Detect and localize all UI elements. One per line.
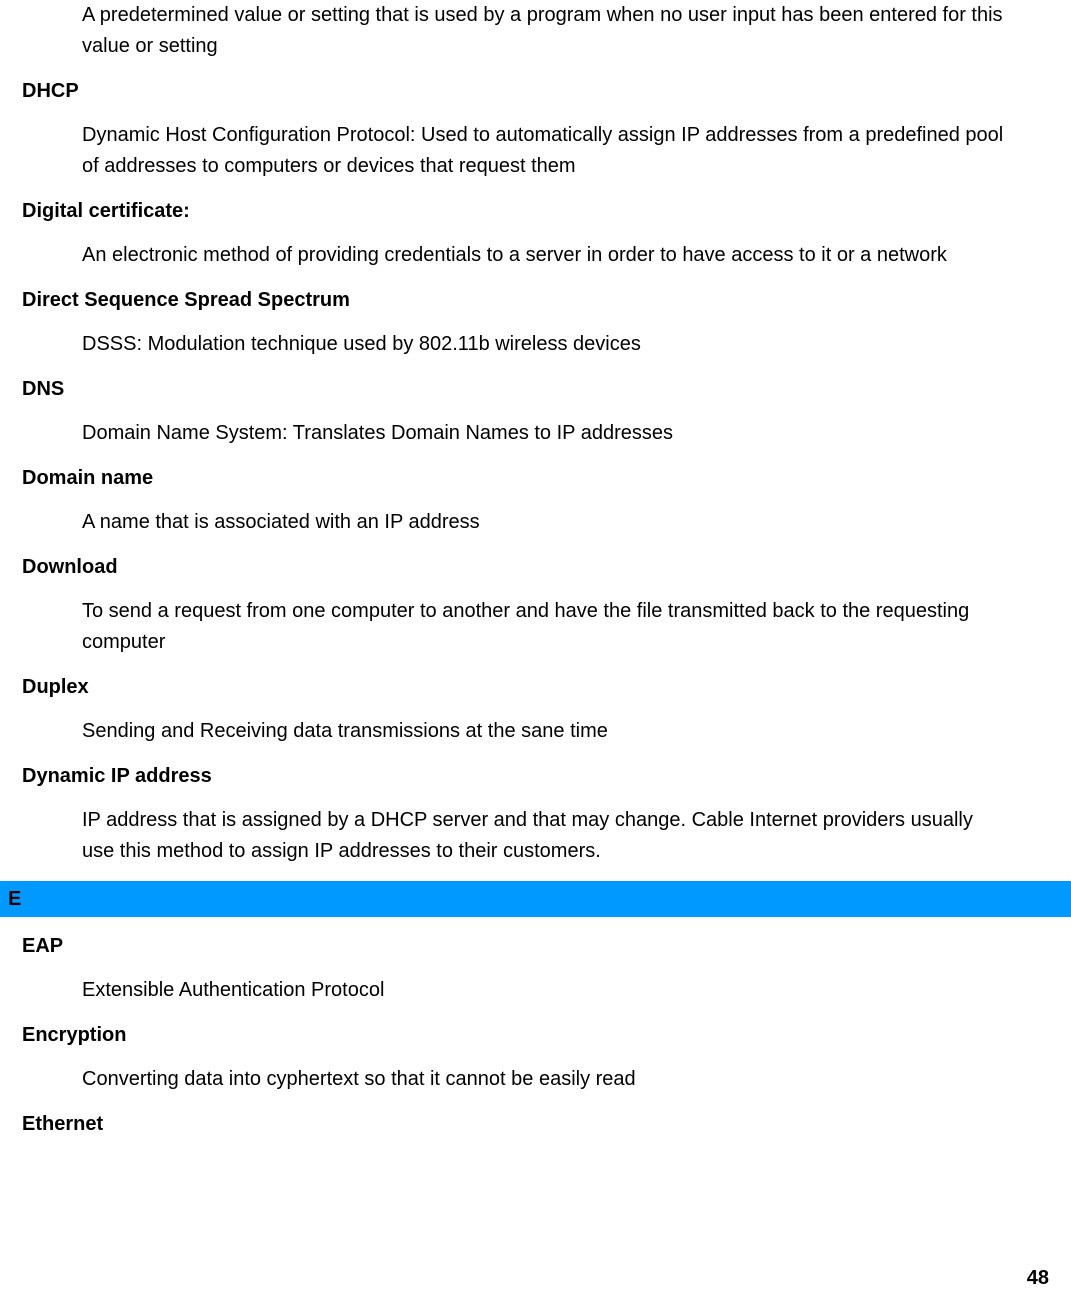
glossary-definition: To send a request from one computer to a… <box>82 596 1009 658</box>
glossary-definition: A predetermined value or setting that is… <box>82 0 1009 62</box>
glossary-definition: Domain Name System: Translates Domain Na… <box>82 418 1009 449</box>
glossary-definition: Converting data into cyphertext so that … <box>82 1064 1009 1095</box>
glossary-definition: A name that is associated with an IP add… <box>82 507 1009 538</box>
glossary-term: Direct Sequence Spread Spectrum <box>22 285 1049 315</box>
glossary-term: Download <box>22 552 1049 582</box>
glossary-definition: Sending and Receiving data transmissions… <box>82 716 1009 747</box>
glossary-term: Encryption <box>22 1020 1049 1050</box>
glossary-definition: Extensible Authentication Protocol <box>82 975 1009 1006</box>
glossary-term: Ethernet <box>22 1109 1049 1139</box>
page-number: 48 <box>1027 1263 1049 1293</box>
glossary-term: Duplex <box>22 672 1049 702</box>
glossary-term: EAP <box>22 931 1049 961</box>
glossary-definition: Dynamic Host Configuration Protocol: Use… <box>82 120 1009 182</box>
glossary-term: DNS <box>22 374 1049 404</box>
glossary-term: Dynamic IP address <box>22 761 1049 791</box>
glossary-term: DHCP <box>22 76 1049 106</box>
glossary-definition: An electronic method of providing creden… <box>82 240 1009 271</box>
glossary-definition: DSSS: Modulation technique used by 802.1… <box>82 329 1009 360</box>
glossary-term: Domain name <box>22 463 1049 493</box>
glossary-term: Digital certificate: <box>22 196 1049 226</box>
glossary-definition: IP address that is assigned by a DHCP se… <box>82 805 1009 867</box>
section-header-e: E <box>0 881 1071 917</box>
